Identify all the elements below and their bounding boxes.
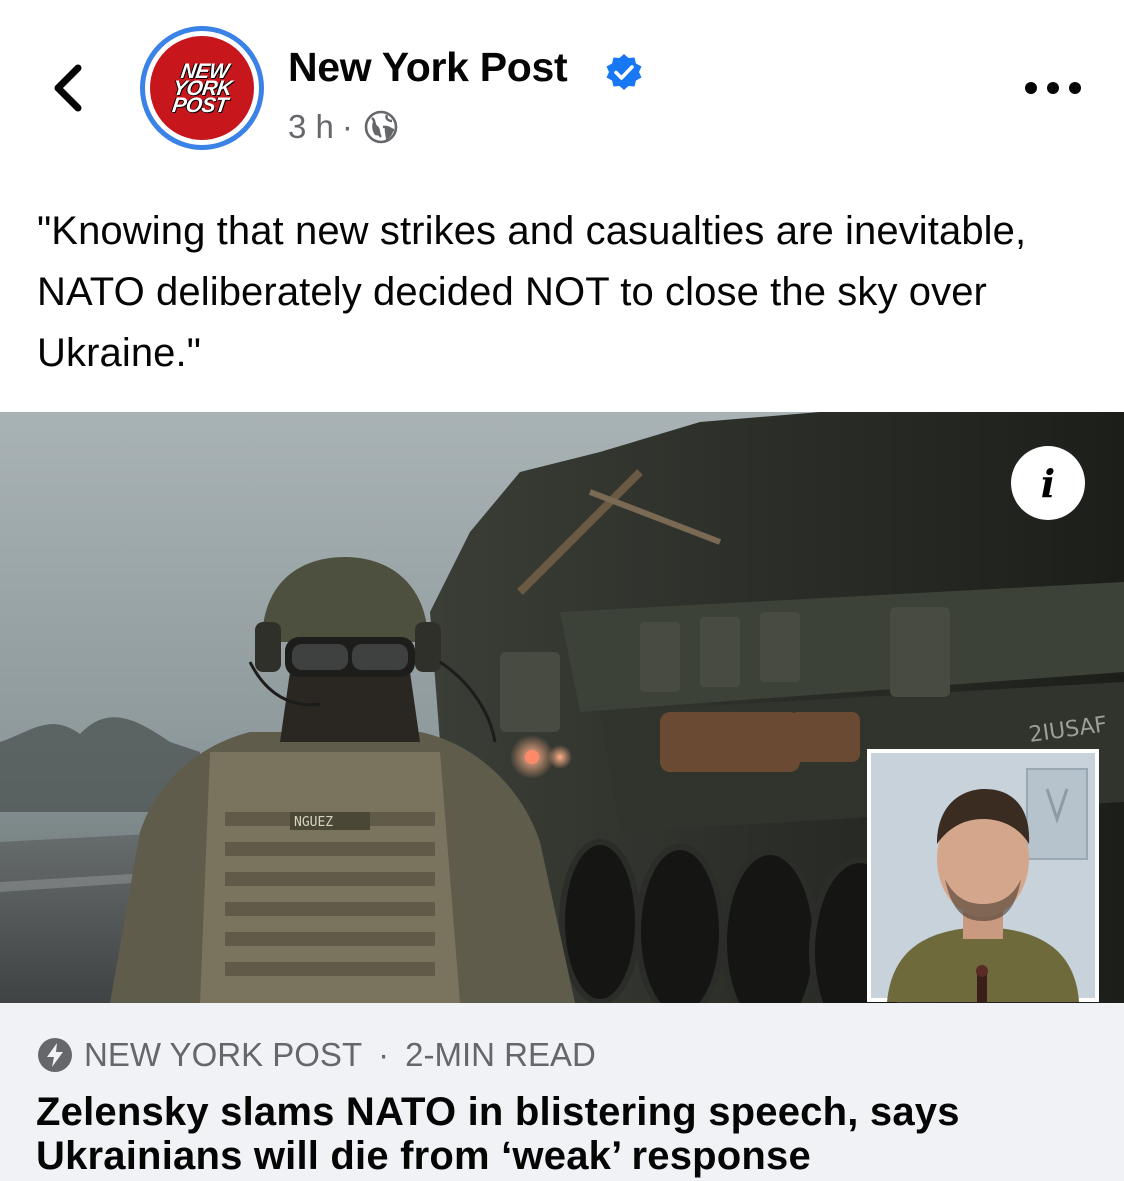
more-dot: [1047, 82, 1059, 94]
inset-portrait: [867, 749, 1099, 1002]
meta-separator: ·: [341, 108, 353, 145]
logo-line-3: POST: [170, 93, 229, 117]
post-meta: 3 h ·: [288, 108, 399, 146]
post-time[interactable]: 3 h: [288, 108, 334, 146]
post-header: NEW YORK POST New York Post 3 h ·: [0, 0, 1124, 180]
info-icon: i: [1040, 460, 1056, 506]
name-patch-text: NGUEZ: [294, 815, 333, 830]
article-image[interactable]: 2IUSAF NGUEZ i: [0, 412, 1124, 1003]
verified-badge-icon: [606, 54, 642, 90]
link-headline[interactable]: Zelensky slams NATO in blistering speech…: [36, 1090, 1106, 1178]
page-avatar[interactable]: NEW YORK POST: [140, 26, 264, 150]
post-caption: "Knowing that new strikes and casualties…: [37, 209, 1027, 375]
link-source: NEW YORK POST: [84, 1036, 363, 1073]
chevron-left-icon: [54, 64, 82, 112]
page-name[interactable]: New York Post: [288, 44, 568, 91]
link-separator: ·: [378, 1036, 390, 1073]
link-source-row: NEW YORK POST · 2-MIN READ: [36, 1036, 596, 1074]
new-york-post-logo: NEW YORK POST: [150, 36, 254, 140]
link-read-time: 2-MIN READ: [405, 1036, 596, 1073]
more-horizontal-icon: [1025, 82, 1037, 94]
info-button[interactable]: i: [1011, 446, 1085, 520]
lightning-bolt-icon: [38, 1038, 72, 1072]
more-dot: [1069, 82, 1081, 94]
more-options-button[interactable]: [1025, 70, 1081, 106]
globe-icon: [364, 110, 398, 144]
back-button[interactable]: [46, 58, 96, 118]
